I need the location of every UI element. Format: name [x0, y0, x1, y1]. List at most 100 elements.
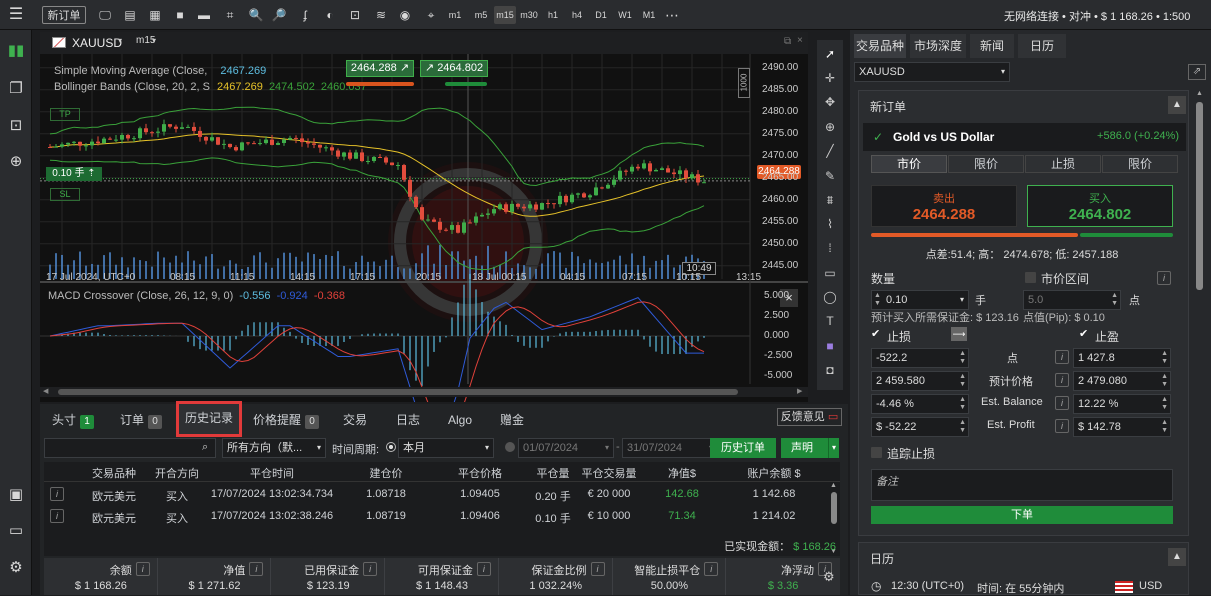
- settings-icon[interactable]: ⚙: [4, 556, 28, 580]
- tab-news[interactable]: 新闻: [970, 34, 1014, 58]
- single-layout-icon[interactable]: ■: [171, 6, 189, 24]
- sl-checkbox[interactable]: ✔: [871, 329, 882, 340]
- column-header[interactable]: 交易品种: [78, 465, 150, 481]
- position-tool-icon[interactable]: ⊕: [820, 117, 840, 137]
- wallet-icon[interactable]: ▭: [4, 519, 28, 543]
- store-icon[interactable]: ▣: [4, 483, 28, 507]
- stepper-icon[interactable]: ▲ ▼: [959, 350, 966, 366]
- column-header[interactable]: 账户余额 $: [724, 465, 824, 481]
- sl-tag[interactable]: SL: [50, 188, 80, 201]
- cursor-icon[interactable]: ➚: [820, 44, 840, 64]
- move-icon[interactable]: ✥: [820, 92, 840, 112]
- tab-journal[interactable]: 日志: [390, 409, 426, 431]
- timeframe-m15[interactable]: m15: [494, 6, 516, 24]
- comment-input[interactable]: 备注: [871, 469, 1173, 501]
- feedback-button[interactable]: 反馈意见 ▭: [777, 408, 842, 426]
- stepper-icon[interactable]: ▲ ▼: [1111, 292, 1118, 308]
- chart-sell-button[interactable]: 2464.288 ↗: [346, 60, 414, 77]
- channel-icon[interactable]: ⁞: [820, 238, 840, 258]
- swap-button[interactable]: ⟶: [951, 327, 967, 341]
- order-type-market[interactable]: 市价: [871, 155, 947, 173]
- layers-icon[interactable]: ≋: [372, 6, 390, 24]
- fibonacci-icon[interactable]: ⩩: [820, 190, 840, 210]
- zoom-in-icon[interactable]: 🔍: [247, 6, 265, 24]
- text-tool-icon[interactable]: T: [820, 311, 840, 331]
- chevron-down-icon[interactable]: ▾: [152, 36, 156, 45]
- sl-pct-input[interactable]: -4.46 % ▲ ▼: [871, 394, 969, 414]
- date-to-input[interactable]: 31/07/2024 ▾: [622, 438, 718, 458]
- summary-settings-icon[interactable]: ⚙: [823, 569, 835, 585]
- tab-trades[interactable]: 交易: [337, 409, 373, 431]
- chart-scrollbar[interactable]: ◀ ▶: [40, 387, 808, 397]
- scroll-thumb[interactable]: [58, 389, 738, 395]
- close-icon[interactable]: ×: [797, 35, 803, 46]
- column-header[interactable]: 平仓量: [528, 465, 578, 481]
- timeframe-m5[interactable]: m5: [470, 6, 492, 24]
- trade-icon[interactable]: ▮▮: [4, 39, 28, 63]
- stepper-icon[interactable]: ▲ ▼: [959, 419, 966, 435]
- tab-market-depth[interactable]: 市场深度: [910, 34, 966, 58]
- timeframe-h1[interactable]: h1: [542, 6, 564, 24]
- symbol-select[interactable]: XAUUSD ▾: [854, 62, 1010, 82]
- info-icon[interactable]: i: [135, 562, 150, 576]
- collapse-button[interactable]: ▲: [1168, 96, 1186, 114]
- info-icon[interactable]: i: [1055, 373, 1069, 387]
- tab-symbols[interactable]: 交易品种: [854, 34, 906, 58]
- pattern-icon[interactable]: ⌇: [820, 214, 840, 234]
- automate-icon[interactable]: ⊡: [4, 114, 28, 138]
- new-order-button[interactable]: 新订单: [42, 6, 86, 24]
- eye-icon[interactable]: ◉: [396, 6, 414, 24]
- scroll-up-icon[interactable]: ▲: [1196, 90, 1203, 97]
- info-icon[interactable]: i: [363, 562, 378, 576]
- rectangle-icon[interactable]: ▭: [820, 263, 840, 283]
- tp-price-input[interactable]: 2 479.080 ▲ ▼: [1073, 371, 1171, 391]
- grid-icon[interactable]: ▦: [146, 6, 164, 24]
- info-icon[interactable]: i: [590, 562, 605, 576]
- color-icon[interactable]: ■: [820, 336, 840, 356]
- table-row[interactable]: i 欧元美元 买入 17/07/2024 13:02:38.246 1.0871…: [44, 506, 828, 526]
- screenshot-icon[interactable]: ◘: [820, 360, 840, 380]
- order-type-stop-limit[interactable]: 限价: [1102, 155, 1178, 173]
- tab-algo[interactable]: Algo: [442, 409, 478, 431]
- tp-usd-input[interactable]: $ 142.78 ▲ ▼: [1073, 417, 1171, 437]
- market-range-checkbox[interactable]: [1025, 272, 1036, 283]
- stepper-icon[interactable]: ▲ ▼: [959, 396, 966, 412]
- history-orders-button[interactable]: 历史订单: [710, 438, 776, 458]
- tp-tag[interactable]: TP: [50, 108, 80, 121]
- order-type-limit[interactable]: 限价: [948, 155, 1024, 173]
- chevron-down-icon[interactable]: ▾: [118, 36, 122, 45]
- info-icon[interactable]: i: [249, 562, 264, 576]
- scroll-thumb[interactable]: [831, 492, 837, 524]
- stepper-icon[interactable]: ▲ ▼: [874, 292, 881, 308]
- crosshair-settings-icon[interactable]: ⌖: [422, 6, 440, 24]
- place-order-button[interactable]: 下单: [871, 506, 1173, 524]
- crosshair-icon[interactable]: ✛: [820, 68, 840, 88]
- info-icon[interactable]: i: [476, 562, 491, 576]
- pen-tool-icon[interactable]: ✎: [820, 166, 840, 186]
- scroll-left-icon[interactable]: ◀: [43, 387, 48, 395]
- scroll-right-icon[interactable]: ▶: [797, 387, 802, 395]
- statement-button[interactable]: 声明 ▾: [781, 438, 839, 458]
- monitor-icon[interactable]: 🖵: [96, 6, 114, 24]
- cbot-icon[interactable]: ◐: [321, 6, 339, 24]
- direction-select[interactable]: 所有方向（默... ▾: [222, 438, 326, 458]
- search-input[interactable]: [44, 438, 216, 458]
- stepper-icon[interactable]: ▲ ▼: [1161, 350, 1168, 366]
- stepper-icon[interactable]: ▲ ▼: [1161, 373, 1168, 389]
- column-header[interactable]: 平仓交易量: [578, 465, 640, 481]
- copy-icon[interactable]: ❐: [4, 77, 28, 101]
- tab-bonus[interactable]: 赠金: [494, 409, 530, 431]
- split-layout-icon[interactable]: ▬: [195, 6, 213, 24]
- tp-pct-input[interactable]: 12.22 % ▲ ▼: [1073, 394, 1171, 414]
- table-row[interactable]: i 欧元美元 买入 17/07/2024 13:02:34.734 1.0871…: [44, 484, 828, 504]
- column-header[interactable]: 开合方向: [150, 465, 204, 481]
- info-icon[interactable]: i: [50, 487, 64, 501]
- edit-watchlist-icon[interactable]: ⇗: [1188, 64, 1206, 80]
- stepper-icon[interactable]: ▲ ▼: [1161, 396, 1168, 412]
- bot-icon[interactable]: ⊡: [346, 6, 364, 24]
- sl-points-input[interactable]: -522.2 ▲ ▼: [871, 348, 969, 368]
- more-timeframes-icon[interactable]: ⋯: [662, 6, 682, 24]
- layout-icon[interactable]: ▤: [121, 6, 139, 24]
- date-from-input[interactable]: 01/07/2024 ▾: [518, 438, 614, 458]
- stepper-icon[interactable]: ▲ ▼: [959, 373, 966, 389]
